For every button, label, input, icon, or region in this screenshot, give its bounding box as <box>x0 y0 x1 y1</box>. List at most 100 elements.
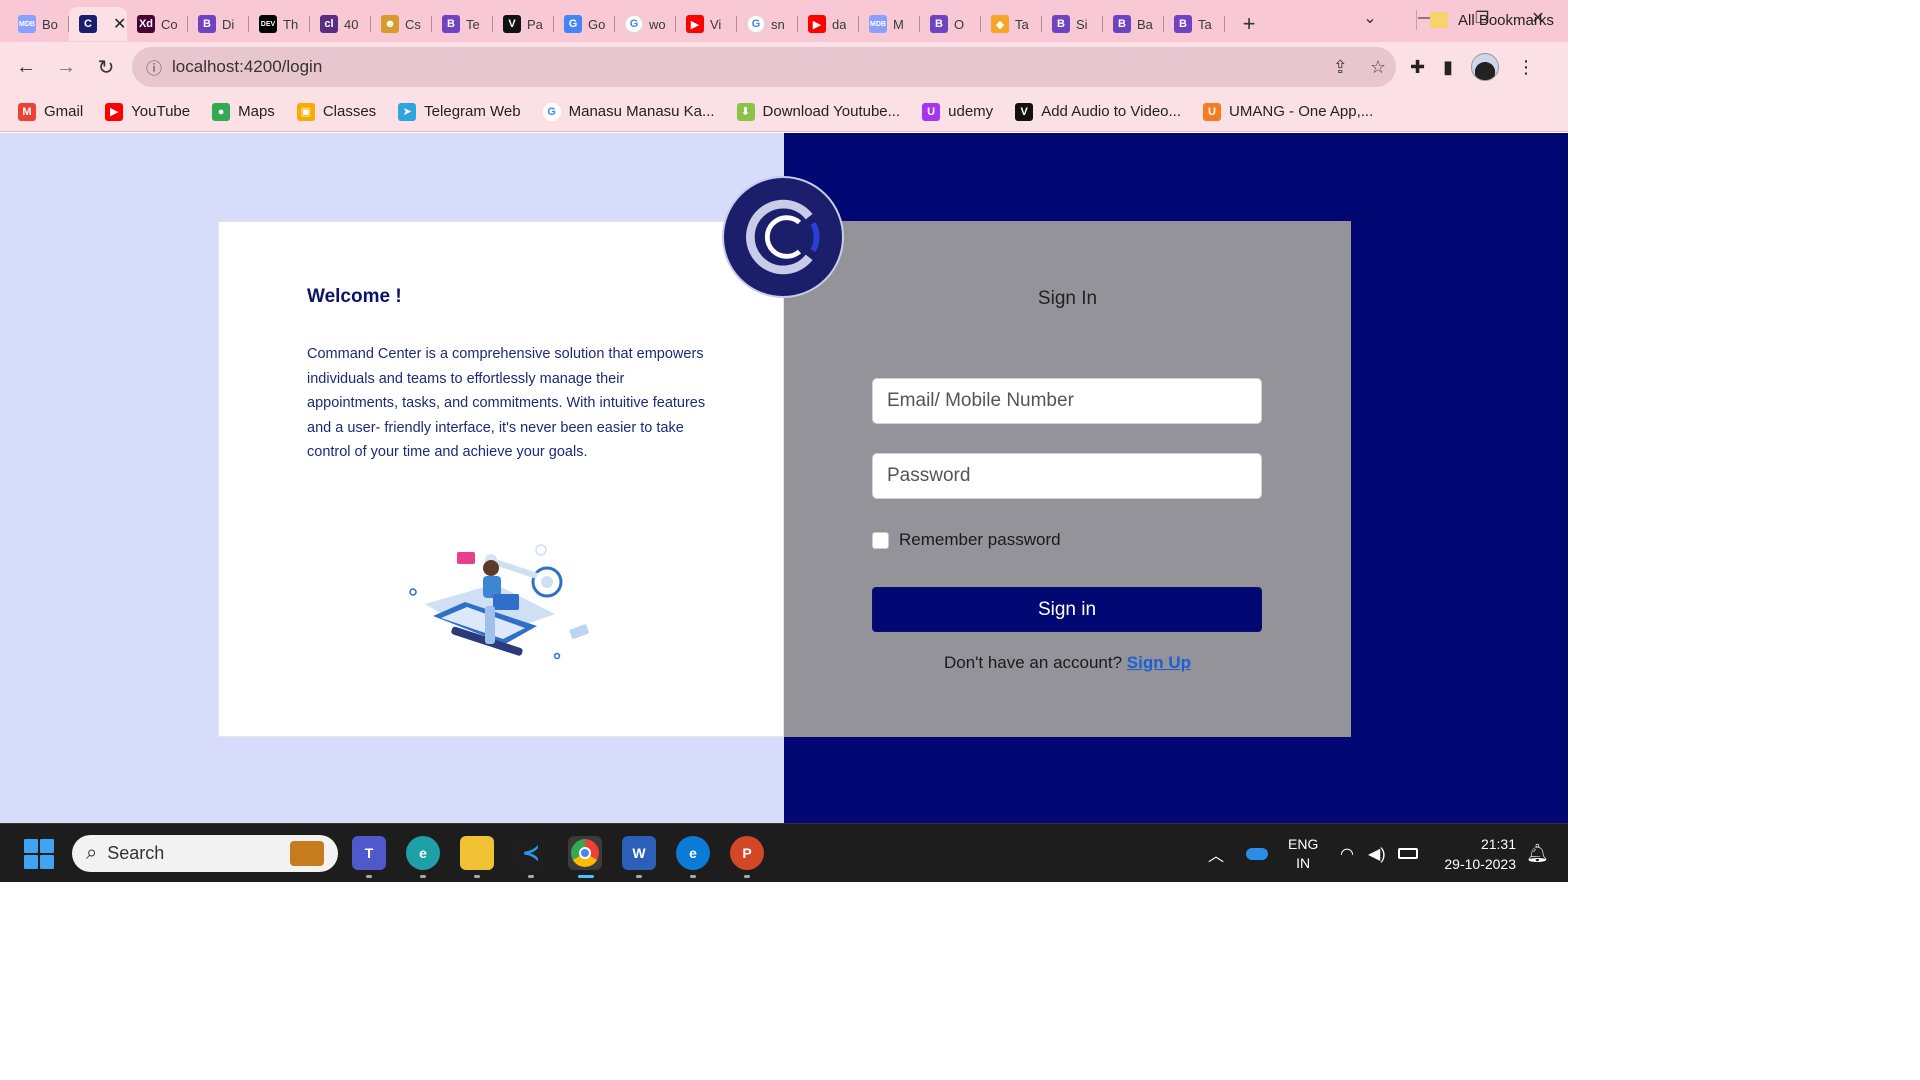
password-field[interactable] <box>872 453 1262 499</box>
bookmark-star-icon[interactable]: ☆ <box>1370 57 1386 78</box>
new-tab-button[interactable]: + <box>1231 7 1267 41</box>
browser-tab[interactable]: Gsn <box>737 7 798 41</box>
browser-tab[interactable]: BO <box>920 7 981 41</box>
google-icon: G <box>747 15 765 33</box>
bookmark-item[interactable]: Uudemy <box>922 102 993 121</box>
all-bookmarks-label: All Bookmarks <box>1458 11 1554 29</box>
volume-icon[interactable]: ◀) <box>1368 824 1386 883</box>
bootstrap-icon: B <box>198 15 216 33</box>
back-icon[interactable]: ← <box>6 47 46 87</box>
bookmark-label: Classes <box>322 103 377 120</box>
bookmark-label: UMANG - One App,... <box>1229 103 1374 120</box>
tab-title: Ta <box>1198 16 1212 32</box>
wifi-icon[interactable]: ◠ <box>1340 824 1354 883</box>
menu-icon[interactable]: ⋮ <box>1517 57 1535 78</box>
tab-title: wo <box>649 16 666 32</box>
bookmark-item[interactable]: ▶ YouTube <box>105 102 190 121</box>
tab-title: Ba <box>1137 16 1153 32</box>
bookmark-item[interactable]: ⬇ Download Youtube... <box>736 102 900 121</box>
reload-icon[interactable]: ↻ <box>86 47 126 87</box>
browser-tab[interactable]: Gwo <box>615 7 676 41</box>
mdb-icon: MDB <box>869 15 887 33</box>
signup-link[interactable]: Sign Up <box>1127 653 1191 672</box>
tab-search-icon[interactable]: ⌄ <box>1342 0 1398 36</box>
running-indicator <box>528 875 534 878</box>
all-bookmarks[interactable]: All Bookmarks <box>1430 0 1554 40</box>
taskbar-search[interactable]: ⌕ Search <box>72 835 338 872</box>
browser-tab[interactable]: ◆ Ta <box>981 7 1042 41</box>
profile-avatar[interactable] <box>1471 53 1499 81</box>
show-hidden-icons[interactable]: ︿ <box>1208 824 1224 883</box>
bookmarks-divider <box>1416 10 1417 30</box>
bookmark-item[interactable]: ● Maps <box>212 102 275 121</box>
bookmark-item[interactable]: ➤ Telegram Web <box>398 102 521 121</box>
word-icon[interactable]: W <box>622 836 656 870</box>
login-page: Welcome ! Command Center is a comprehens… <box>0 133 1568 823</box>
start-icon[interactable] <box>24 839 54 869</box>
close-tab-icon[interactable]: ✕ <box>113 14 126 34</box>
browser-tab[interactable]: cl 40 <box>310 7 371 41</box>
edge-dev-icon[interactable]: e <box>406 836 440 870</box>
classroom-icon: ▣ <box>296 102 315 121</box>
browser-tab[interactable]: B Ba <box>1103 7 1164 41</box>
bookmark-item[interactable]: M Gmail <box>18 102 83 121</box>
bootstrap-icon: B <box>1113 15 1131 33</box>
running-indicator <box>420 875 426 878</box>
bookmark-item[interactable]: V Add Audio to Video... <box>1015 102 1182 121</box>
browser-tab[interactable]: MDB M <box>859 7 920 41</box>
teams-icon[interactable]: T <box>352 836 386 870</box>
tab-title: 40 <box>344 16 359 32</box>
bookmark-label: Maps <box>238 103 275 120</box>
search-icon: ⌕ <box>86 842 98 864</box>
chrome-icon[interactable] <box>568 836 602 870</box>
browser-tab[interactable]: B Si <box>1042 7 1103 41</box>
battery-icon[interactable] <box>1398 824 1418 883</box>
command-center-logo <box>722 176 844 298</box>
forward-icon[interactable]: → <box>46 47 86 87</box>
browser-tab[interactable]: DEV Th <box>249 7 310 41</box>
clock-time: 21:31 <box>1480 836 1516 852</box>
language-indicator[interactable]: ENG IN <box>1288 824 1318 883</box>
bookmarks-bar: M Gmail ▶ YouTube ● Maps ▣ Classes ➤ Telegram Web… <box>0 92 1568 132</box>
share-icon[interactable]: ⇪ <box>1333 57 1348 78</box>
browser-tab[interactable]: Xd Co <box>127 7 188 41</box>
browser-tab[interactable]: ☻ Cs <box>371 7 432 41</box>
signin-button[interactable]: Sign in <box>872 587 1262 632</box>
bookmark-item[interactable]: G Manasu Manasu Ka... <box>542 102 715 121</box>
site-info-icon[interactable]: ⓘ <box>146 55 162 79</box>
clock-date: 29-10-2023 <box>1444 856 1516 872</box>
welcome-heading: Welcome ! <box>307 286 402 307</box>
browser-tab[interactable]: C ✕ <box>69 7 127 41</box>
remember-checkbox[interactable] <box>872 531 889 549</box>
browser-tab[interactable]: ▶ Vi <box>676 7 737 41</box>
address-url[interactable]: localhost:4200/login <box>172 57 322 77</box>
taskbar-search-label: Search <box>107 843 165 863</box>
browser-tab[interactable]: B Ta <box>1164 7 1225 41</box>
vscode-icon[interactable]: ≺ <box>514 836 548 870</box>
signin-title: Sign In <box>1037 288 1098 309</box>
browser-tab[interactable]: V Pa <box>493 7 554 41</box>
running-indicator <box>744 875 750 878</box>
bookmark-label: Add Audio to Video... <box>1041 103 1182 120</box>
file-explorer-icon[interactable] <box>460 836 494 870</box>
email-field[interactable] <box>872 378 1262 424</box>
browser-tab[interactable]: G Go <box>554 7 615 41</box>
bookmark-item[interactable]: ▣ Classes <box>296 102 377 121</box>
bookmark-item[interactable]: U UMANG - One App,... <box>1203 102 1374 121</box>
person-with-laptop-illustration <box>409 544 589 660</box>
system-clock[interactable]: 21:31 29-10-2023 <box>1436 834 1516 874</box>
address-bar[interactable]: ⓘ localhost:4200/login ⇪ ☆ <box>132 47 1396 87</box>
extensions-icon[interactable]: ✚ <box>1410 57 1425 78</box>
side-panel-icon[interactable]: ▮ <box>1443 57 1453 78</box>
remember-password[interactable]: Remember password <box>872 530 1061 550</box>
edge-icon[interactable]: e <box>676 836 710 870</box>
notifications-icon[interactable]: 🔔︎ <box>1526 824 1549 883</box>
powerpoint-icon[interactable]: P <box>730 836 764 870</box>
browser-tab[interactable]: B Di <box>188 7 249 41</box>
tab-title: Bo <box>42 16 58 32</box>
google-icon: G <box>625 15 643 33</box>
browser-tab[interactable]: ▶ da <box>798 7 859 41</box>
browser-tab[interactable]: B Te <box>432 7 493 41</box>
browser-tab[interactable]: MDB Bo <box>8 7 69 41</box>
onedrive-icon[interactable] <box>1246 824 1268 883</box>
